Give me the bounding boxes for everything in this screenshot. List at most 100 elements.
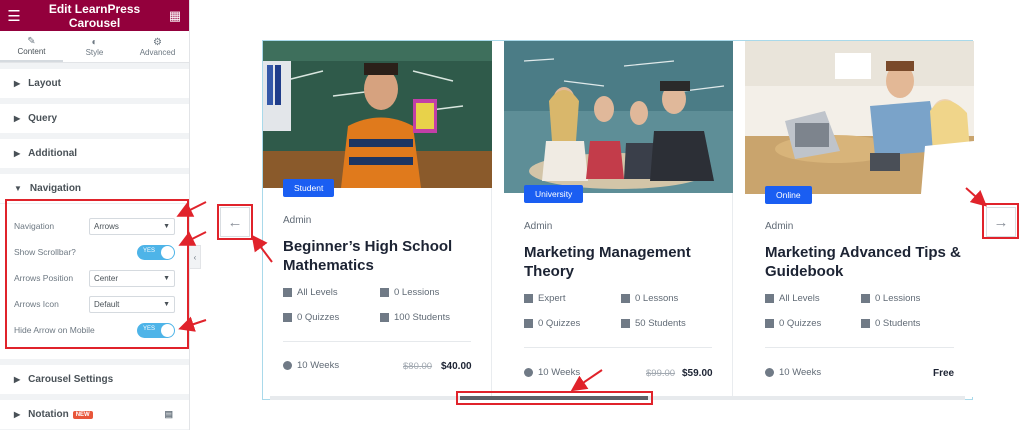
annotation-highlight-scrollbar xyxy=(456,391,653,405)
course-title[interactable]: Marketing Management Theory xyxy=(524,243,724,281)
course-category-tag[interactable]: Student xyxy=(283,179,335,197)
caret-right-icon: ▶ xyxy=(14,375,21,384)
editor-header: ☰ Edit LearnPress Carousel ▦ xyxy=(0,0,189,31)
section-layout-label: Layout xyxy=(28,78,61,89)
puzzle-icon xyxy=(765,319,774,328)
course-duration: 10 Weeks xyxy=(765,367,821,378)
caret-right-icon: ▶ xyxy=(14,410,21,419)
course-level-text: Expert xyxy=(538,293,566,304)
course-author: Admin xyxy=(283,215,312,226)
section-additional[interactable]: ▶ Additional xyxy=(0,139,189,168)
card-divider xyxy=(283,341,471,342)
clock-icon xyxy=(765,368,774,377)
section-query-label: Query xyxy=(28,113,58,124)
caret-down-icon: ▼ xyxy=(14,184,22,193)
copy-icon xyxy=(621,294,630,303)
section-additional-label: Additional xyxy=(28,148,78,159)
course-lessons-text: 0 Lessons xyxy=(635,293,679,304)
copy-icon xyxy=(861,294,870,303)
course-title[interactable]: Beginner’s High School Mathematics xyxy=(283,237,483,275)
tab-content-label: Content xyxy=(17,46,46,56)
editor-tabs: ✎ Content ◐ Style ⚙ Advanced xyxy=(0,31,189,63)
course-quizzes: 0 Quizzes xyxy=(524,318,580,329)
section-navigation-label: Navigation xyxy=(29,183,82,194)
section-layout[interactable]: ▶ Layout xyxy=(0,69,189,98)
gear-icon: ⚙ xyxy=(153,36,162,48)
course-price: Free xyxy=(933,368,955,379)
course-quizzes-text: 0 Quizzes xyxy=(297,312,340,323)
course-author: Admin xyxy=(524,221,553,232)
course-image xyxy=(745,41,974,194)
course-students-text: 0 Students xyxy=(875,318,921,329)
tab-advanced[interactable]: ⚙ Advanced xyxy=(126,31,189,62)
tab-content[interactable]: ✎ Content xyxy=(0,31,63,62)
annotation-highlight-next-arrow xyxy=(982,203,1019,239)
contrast-icon: ◐ xyxy=(91,36,98,48)
clock-icon xyxy=(283,361,292,370)
course-card[interactable]: University Admin Marketing Management Th… xyxy=(504,41,733,397)
course-quizzes-text: 0 Quizzes xyxy=(538,318,581,329)
signal-bars-icon xyxy=(283,288,292,297)
collapse-panel-handle[interactable]: ‹ xyxy=(190,245,201,269)
course-image xyxy=(504,41,733,193)
course-image xyxy=(263,41,492,188)
section-carousel-settings[interactable]: ▶ Carousel Settings xyxy=(0,365,189,394)
pencil-icon: ✎ xyxy=(27,35,36,47)
tab-advanced-label: Advanced xyxy=(139,47,176,57)
course-category-tag[interactable]: University xyxy=(524,185,584,203)
annotation-highlight-prev-arrow xyxy=(217,204,253,240)
section-carousel-settings-label: Carousel Settings xyxy=(28,374,114,385)
section-query[interactable]: ▶ Query xyxy=(0,104,189,133)
course-price: $40.00 xyxy=(441,361,472,372)
course-duration-text: 10 Weeks xyxy=(779,367,822,378)
learnpress-carousel: Student Admin Beginner’s High School Mat… xyxy=(262,40,974,400)
graduation-cap-icon xyxy=(861,319,870,328)
card-divider xyxy=(765,347,954,348)
signal-bars-icon xyxy=(524,294,533,303)
graduation-cap-icon xyxy=(380,313,389,322)
course-lessons: 0 Lessions xyxy=(380,287,439,298)
graduation-cap-icon xyxy=(621,319,630,328)
course-author: Admin xyxy=(765,221,794,232)
course-lessons: 0 Lessons xyxy=(621,293,678,304)
caret-right-icon: ▶ xyxy=(14,114,21,123)
course-price: $59.00 xyxy=(682,368,713,379)
course-level: All Levels xyxy=(765,293,820,304)
course-quizzes: 0 Quizzes xyxy=(283,312,339,323)
course-quizzes: 0 Quizzes xyxy=(765,318,821,329)
caret-right-icon: ▶ xyxy=(14,79,21,88)
course-old-price: $99.00 xyxy=(646,368,676,379)
editor-title: Edit LearnPress Carousel xyxy=(48,1,141,30)
course-students: 50 Students xyxy=(621,318,686,329)
course-level-text: All Levels xyxy=(297,287,338,298)
clock-icon xyxy=(524,368,533,377)
stack-icon: ▤ xyxy=(164,409,173,419)
course-duration: 10 Weeks xyxy=(283,360,339,371)
hamburger-menu-icon[interactable]: ☰ xyxy=(0,0,28,31)
course-quizzes-text: 0 Quizzes xyxy=(779,318,822,329)
course-level: Expert xyxy=(524,293,565,304)
tab-style[interactable]: ◐ Style xyxy=(63,31,126,62)
course-students-text: 100 Students xyxy=(394,312,450,323)
new-badge: NEW xyxy=(72,410,93,419)
widgets-grid-icon[interactable]: ▦ xyxy=(161,0,189,31)
course-category-tag[interactable]: Online xyxy=(765,186,812,204)
course-level: All Levels xyxy=(283,287,338,298)
puzzle-icon xyxy=(283,313,292,322)
course-students-text: 50 Students xyxy=(635,318,686,329)
course-students: 100 Students xyxy=(380,312,450,323)
caret-right-icon: ▶ xyxy=(14,149,21,158)
signal-bars-icon xyxy=(765,294,774,303)
puzzle-icon xyxy=(524,319,533,328)
course-students: 0 Students xyxy=(861,318,920,329)
copy-icon xyxy=(380,288,389,297)
course-level-text: All Levels xyxy=(779,293,820,304)
course-card[interactable]: Online Admin Marketing Advanced Tips & G… xyxy=(745,41,974,397)
course-lessons: 0 Lessions xyxy=(861,293,920,304)
course-card[interactable]: Student Admin Beginner’s High School Mat… xyxy=(263,41,492,397)
course-title[interactable]: Marketing Advanced Tips & Guidebook xyxy=(765,243,965,281)
section-notation[interactable]: ▶ Notation NEW ▤ xyxy=(0,400,189,429)
card-divider xyxy=(524,347,712,348)
course-lessons-text: 0 Lessions xyxy=(875,293,921,304)
course-duration: 10 Weeks xyxy=(524,367,580,378)
